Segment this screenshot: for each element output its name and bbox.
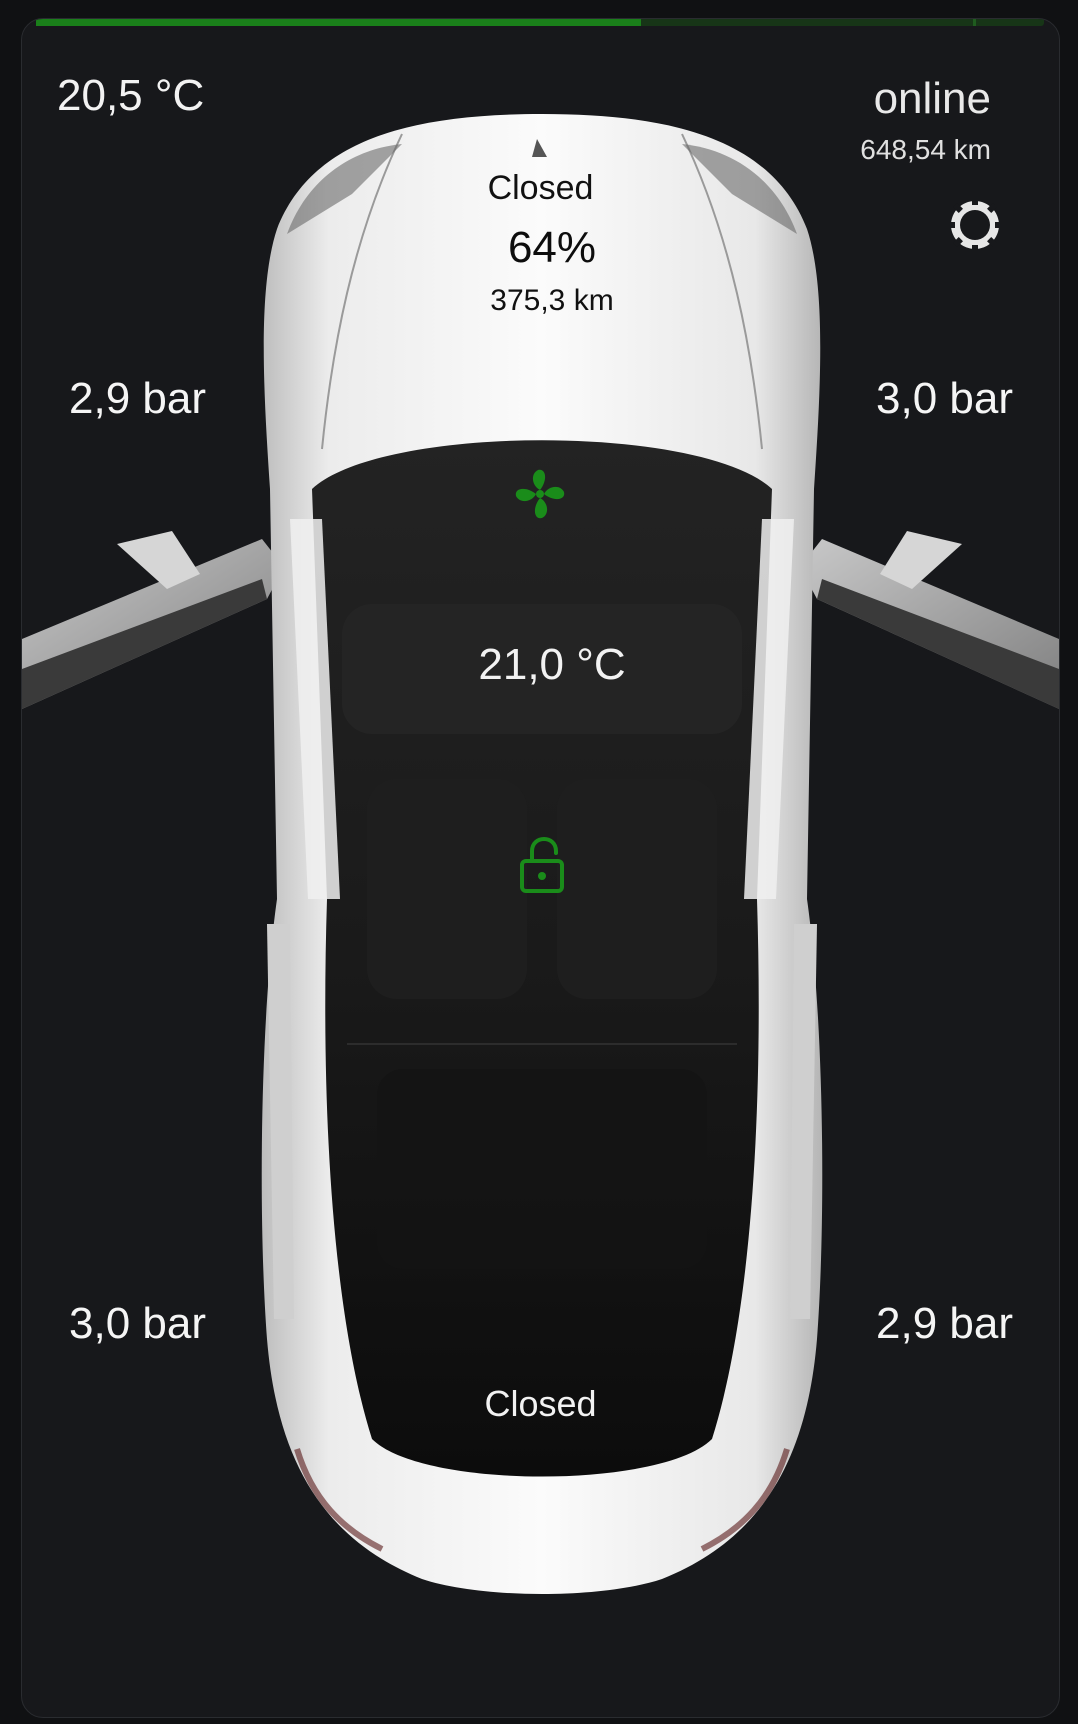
battery-range: 375,3 km — [490, 284, 614, 317]
frunk-state[interactable]: Closed — [22, 169, 1059, 208]
odometer: 648,54 km — [860, 134, 991, 165]
outside-temperature: 20,5 °C — [57, 71, 205, 120]
tire-pressure-rear-left: 3,0 bar — [69, 1299, 206, 1348]
battery-level: 64% — [507, 223, 597, 272]
trunk-state[interactable]: Closed — [22, 1383, 1059, 1425]
tire-pressure-front-left: 2,9 bar — [69, 374, 206, 423]
tire-pressure-front-right: 3,0 bar — [876, 374, 1013, 423]
inside-temperature: 21,0 °C — [478, 640, 626, 689]
fan-icon[interactable] — [512, 466, 568, 522]
tire-pressure-rear-right: 2,9 bar — [876, 1299, 1013, 1348]
connection-status: online — [873, 74, 991, 123]
vehicle-card: 20,5 °C online 648,54 km Closed 64% 375,… — [21, 18, 1060, 1718]
unlocked-icon[interactable] — [518, 836, 566, 895]
